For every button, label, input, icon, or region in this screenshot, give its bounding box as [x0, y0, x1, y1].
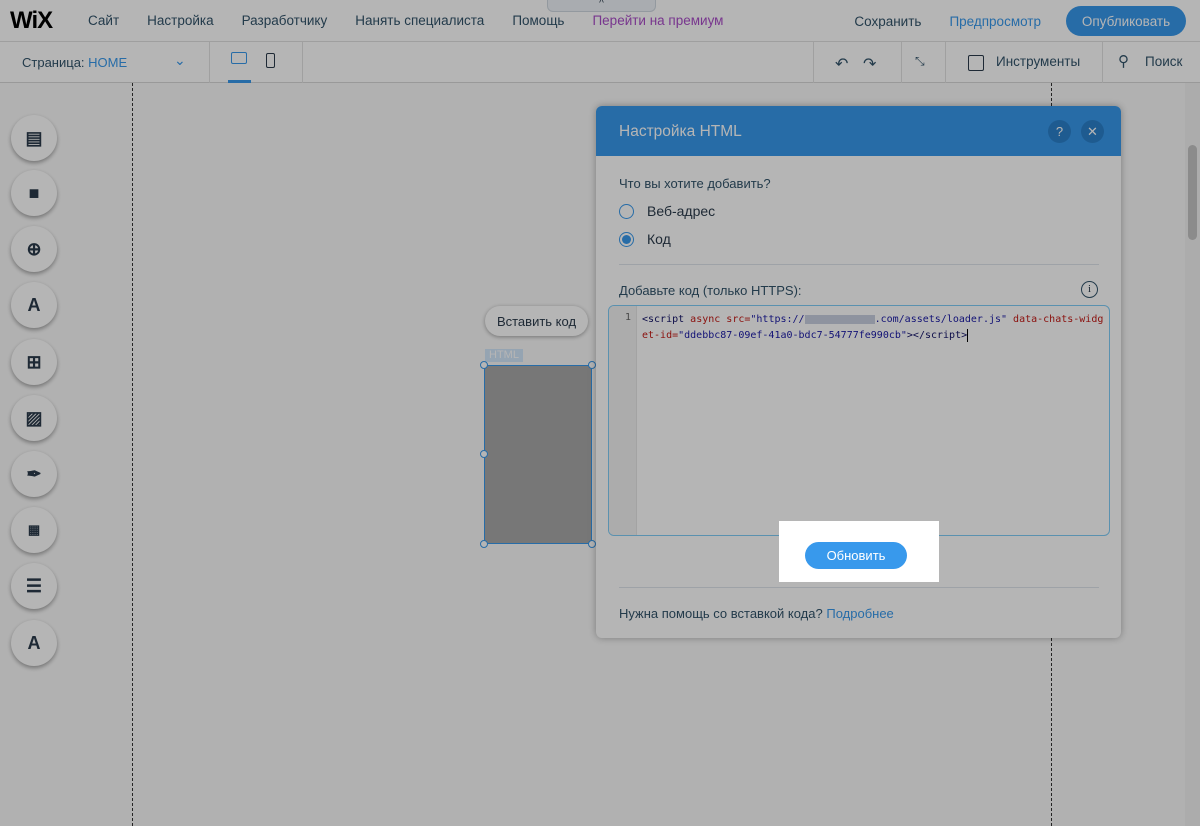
- help-question: Нужна помощь со вставкой кода?: [619, 606, 823, 621]
- publish-button[interactable]: Опубликовать: [1066, 6, 1186, 36]
- code-value: "https://: [750, 314, 805, 325]
- portfolio-icon[interactable]: A: [11, 620, 57, 666]
- tools-button[interactable]: Инструменты: [996, 54, 1080, 69]
- menu-developer[interactable]: Разработчику: [242, 13, 328, 28]
- code-attr: async: [690, 314, 727, 325]
- tools-icon[interactable]: [968, 55, 984, 71]
- blog-pen-icon[interactable]: ✒: [11, 451, 57, 497]
- html-element-tag: HTML: [485, 349, 523, 362]
- code-value: .com/assets/loader.js": [874, 314, 1008, 325]
- collapse-toolbar-handle[interactable]: ^: [547, 0, 656, 12]
- html-embed-element[interactable]: [484, 365, 592, 544]
- pages-icon[interactable]: ▤: [11, 115, 57, 161]
- dialog-title: Настройка HTML: [619, 123, 742, 140]
- menu-site[interactable]: Сайт: [88, 13, 119, 28]
- menu-hire-expert[interactable]: Нанять специалиста: [355, 13, 484, 28]
- question-label: Что вы хотите добавить?: [619, 176, 771, 191]
- search-icon[interactable]: ⚲: [1118, 52, 1129, 70]
- code-tag-open: <script: [642, 314, 691, 325]
- divider: [619, 264, 1099, 265]
- resize-handle[interactable]: [588, 361, 596, 369]
- resize-handle[interactable]: [480, 361, 488, 369]
- mobile-icon[interactable]: [266, 53, 275, 68]
- update-button[interactable]: Обновить: [805, 542, 907, 569]
- resize-handle[interactable]: [480, 540, 488, 548]
- redacted-domain: [804, 314, 875, 324]
- scrollbar[interactable]: [1185, 83, 1200, 826]
- chevron-down-icon[interactable]: ⌄: [174, 52, 186, 69]
- paste-code-button[interactable]: Вставить код: [485, 306, 588, 336]
- divider: [619, 587, 1099, 588]
- media-icon[interactable]: ▨: [11, 395, 57, 441]
- page-selector[interactable]: Страница: HOME: [22, 55, 127, 70]
- undo-icon[interactable]: ↶: [835, 54, 848, 74]
- page-label: Страница:: [22, 55, 85, 70]
- save-button[interactable]: Сохранить: [854, 14, 921, 29]
- menu-settings[interactable]: Настройка: [147, 13, 213, 28]
- editor-toolbar: Страница: HOME ⌄ ↶ ↷ ⤡ Инструменты ⚲ Пои…: [0, 42, 1200, 83]
- preview-button[interactable]: Предпросмотр: [949, 14, 1041, 29]
- menu-help[interactable]: Помощь: [512, 13, 564, 28]
- resize-handle[interactable]: [588, 540, 596, 548]
- page-value: HOME: [88, 55, 128, 70]
- code-editor[interactable]: 1 <script async src="https:// .com/assets…: [608, 305, 1110, 536]
- help-text: Нужна помощь со вставкой кода? Подробнее: [619, 606, 894, 621]
- design-icon[interactable]: A: [11, 282, 57, 328]
- highlight-spot: Обновить: [779, 521, 939, 582]
- code-tag-close: ></script>: [906, 330, 968, 341]
- add-icon[interactable]: ⊕: [11, 226, 57, 272]
- desktop-icon[interactable]: [231, 52, 247, 64]
- code-label: Добавьте код (только HTTPS):: [619, 283, 802, 298]
- radio-web-address[interactable]: [619, 204, 634, 219]
- radio-code-label[interactable]: Код: [647, 231, 671, 247]
- radio-web-address-label[interactable]: Веб-адрес: [647, 203, 715, 219]
- add-apps-icon[interactable]: ⊞: [11, 339, 57, 385]
- gridline-left: [132, 83, 133, 826]
- dialog-header: Настройка HTML ? ✕: [596, 106, 1121, 156]
- code-attr: src=: [726, 314, 751, 325]
- zoom-out-icon[interactable]: ⤡: [915, 54, 925, 69]
- search-button[interactable]: Поиск: [1145, 54, 1182, 69]
- list-icon[interactable]: ☰: [11, 563, 57, 609]
- code-content[interactable]: <script async src="https:// .com/assets/l…: [642, 312, 1107, 344]
- scrollbar-thumb[interactable]: [1188, 145, 1197, 240]
- close-icon[interactable]: ✕: [1081, 120, 1104, 143]
- info-icon[interactable]: i: [1081, 281, 1098, 298]
- text-cursor: [967, 328, 969, 342]
- radio-code[interactable]: [619, 232, 634, 247]
- line-number: 1: [609, 306, 637, 535]
- code-value: "ddebbc87-09ef-41a0-bdc7-54777fe990cb": [678, 330, 907, 341]
- bookings-calendar-icon[interactable]: ▦: [11, 507, 57, 553]
- learn-more-link[interactable]: Подробнее: [826, 606, 893, 621]
- redo-icon[interactable]: ↷: [863, 54, 876, 74]
- menu-upgrade[interactable]: Перейти на премиум: [592, 13, 723, 28]
- help-icon[interactable]: ?: [1048, 120, 1071, 143]
- wix-logo[interactable]: WiX: [10, 7, 72, 35]
- background-icon[interactable]: ■: [11, 170, 57, 216]
- resize-handle[interactable]: [480, 450, 488, 458]
